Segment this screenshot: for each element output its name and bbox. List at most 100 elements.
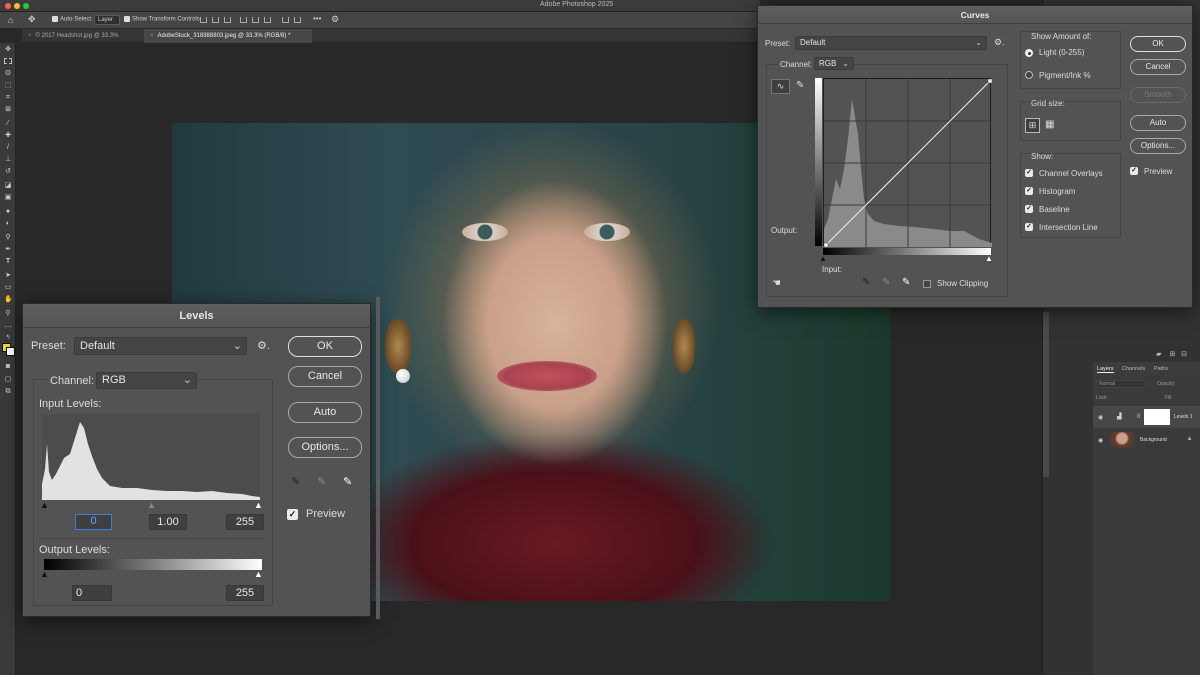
- preset-options-gear-icon[interactable]: ⚙.: [257, 339, 270, 352]
- layer-row-background[interactable]: ◉ Background 🔒︎: [1093, 429, 1200, 451]
- white-eyedropper-icon[interactable]: ✎: [902, 277, 910, 288]
- black-input-slider[interactable]: ▲: [40, 500, 49, 510]
- swap-colors-icon[interactable]: ↰: [4, 335, 12, 342]
- panel-scrollbar[interactable]: [1043, 312, 1049, 477]
- black-output-slider[interactable]: ▲: [40, 569, 49, 579]
- baseline-checkbox[interactable]: ✓: [1025, 205, 1033, 213]
- show-clipping-checkbox[interactable]: [923, 280, 931, 288]
- more-options-icon[interactable]: •••: [313, 14, 321, 23]
- layer-row-levels[interactable]: ◉ ▟ 8 Levels 1: [1093, 406, 1200, 428]
- path-select-tool-icon[interactable]: ➤: [4, 272, 12, 279]
- quick-mask-icon[interactable]: ◙: [4, 363, 12, 370]
- tab-layers[interactable]: Layers: [1097, 366, 1114, 373]
- input-gamma-field[interactable]: 1.00: [149, 514, 187, 530]
- output-white-field[interactable]: 255: [226, 585, 264, 601]
- type-tool-icon[interactable]: T: [4, 258, 12, 265]
- options-button[interactable]: Options...: [288, 437, 362, 458]
- auto-select-checkbox[interactable]: Auto-Select:: [52, 16, 93, 23]
- more-tools-icon[interactable]: ⋯: [4, 324, 12, 331]
- clone-stamp-tool-icon[interactable]: ⊥: [4, 156, 12, 163]
- auto-button[interactable]: Auto: [288, 402, 362, 423]
- zoom-window-button[interactable]: [23, 3, 29, 9]
- preview-checkbox[interactable]: ✓: [287, 509, 298, 520]
- white-output-slider[interactable]: ▲: [254, 569, 263, 579]
- transform-controls-checkbox[interactable]: Show Transform Controls: [124, 16, 200, 23]
- align-right-icon[interactable]: [224, 17, 231, 23]
- dodge-tool-icon[interactable]: ⚲: [4, 234, 12, 241]
- white-point-slider[interactable]: ▲: [985, 254, 993, 263]
- frame-tool-icon[interactable]: ⊠: [4, 106, 12, 113]
- gamma-input-slider[interactable]: ▲: [147, 500, 156, 510]
- channel-dropdown[interactable]: RGB ⌄: [814, 57, 854, 70]
- distribute-icon[interactable]: [282, 17, 289, 23]
- tab-channels[interactable]: Channels: [1122, 366, 1145, 372]
- healing-brush-tool-icon[interactable]: ✚: [4, 132, 12, 139]
- home-icon[interactable]: ⌂: [8, 15, 13, 25]
- channel-overlays-checkbox[interactable]: ✓: [1025, 169, 1033, 177]
- ok-button[interactable]: OK: [1130, 36, 1186, 52]
- ok-button[interactable]: OK: [288, 336, 362, 357]
- screen-mode-icon[interactable]: ▢: [4, 376, 12, 383]
- layer-mask-thumbnail[interactable]: [1144, 409, 1170, 425]
- close-window-button[interactable]: [5, 3, 11, 9]
- align-top-icon[interactable]: [240, 17, 247, 23]
- black-point-slider[interactable]: ▲: [819, 254, 827, 263]
- zoom-tool-icon[interactable]: ⚲: [4, 310, 12, 317]
- input-white-field[interactable]: 255: [226, 514, 264, 530]
- intersection-line-checkbox[interactable]: ✓: [1025, 223, 1033, 231]
- preview-checkbox[interactable]: ✓: [1130, 167, 1138, 175]
- cancel-button[interactable]: Cancel: [1130, 59, 1186, 75]
- channel-dropdown[interactable]: RGB ⌄: [96, 372, 197, 389]
- folder-icon[interactable]: ▰: [1156, 351, 1161, 358]
- preset-dropdown[interactable]: Default ⌄: [74, 337, 247, 355]
- dodge-tool-icon[interactable]: ◐: [4, 220, 12, 227]
- auto-select-dropdown[interactable]: Layer: [94, 15, 120, 25]
- rectangle-tool-icon[interactable]: ▭: [4, 284, 12, 291]
- crop-tool-icon[interactable]: ⌗: [4, 94, 12, 101]
- object-select-tool-icon[interactable]: ⬚: [4, 82, 12, 89]
- gradient-tool-icon[interactable]: ▣: [4, 194, 12, 201]
- gear-icon[interactable]: ⚙: [331, 14, 339, 25]
- light-radio[interactable]: [1025, 49, 1033, 57]
- input-black-field[interactable]: 0: [75, 514, 112, 530]
- history-brush-tool-icon[interactable]: ↺: [4, 168, 12, 175]
- curves-graph[interactable]: [823, 78, 993, 248]
- black-eyedropper-icon[interactable]: ✎: [291, 475, 300, 488]
- preset-dropdown[interactable]: Default ⌄: [795, 36, 987, 50]
- preset-options-gear-icon[interactable]: ⚙.: [994, 37, 1005, 48]
- align-center-icon[interactable]: [212, 17, 219, 23]
- detailed-grid-icon[interactable]: ▦: [1045, 119, 1054, 130]
- visibility-eye-icon[interactable]: ◉: [1098, 414, 1103, 421]
- black-eyedropper-icon[interactable]: ✎: [862, 277, 870, 288]
- document-tab-adobestock[interactable]: × AdobeStock_318988803.jpeg @ 33.3% (RGB/…: [144, 29, 312, 43]
- hand-tool-icon[interactable]: ✋: [4, 296, 13, 303]
- cancel-button[interactable]: Cancel: [288, 366, 362, 387]
- curve-point-tool-icon[interactable]: ∿: [771, 79, 790, 94]
- on-image-adjust-icon[interactable]: ☚: [772, 278, 781, 289]
- brush-tool-icon[interactable]: /: [4, 144, 12, 151]
- move-tool-icon[interactable]: ✥: [28, 14, 36, 25]
- document-tab-headshot[interactable]: ×© 2017 Headshot.jpg @ 33.3% (RGB/8): [22, 29, 144, 53]
- pen-tool-icon[interactable]: ✒: [4, 246, 12, 253]
- gray-eyedropper-icon[interactable]: ✎: [882, 277, 890, 288]
- pigment-radio[interactable]: [1025, 71, 1033, 79]
- gray-eyedropper-icon[interactable]: ✎: [317, 475, 326, 488]
- tab-paths[interactable]: Paths: [1154, 366, 1168, 372]
- white-eyedropper-icon[interactable]: ✎: [343, 475, 352, 488]
- trash-icon[interactable]: ⊟: [1181, 351, 1187, 358]
- artboard-icon[interactable]: ⧉: [4, 388, 12, 395]
- marquee-tool-icon[interactable]: [4, 58, 12, 64]
- eraser-tool-icon[interactable]: ◪: [4, 182, 12, 189]
- align-bottom-icon[interactable]: [264, 17, 271, 23]
- options-button[interactable]: Options...: [1130, 138, 1186, 154]
- eyedropper-tool-icon[interactable]: ⁄: [4, 120, 12, 127]
- new-layer-icon[interactable]: ⊞: [1169, 351, 1175, 358]
- align-middle-icon[interactable]: [252, 17, 259, 23]
- close-tab-icon[interactable]: ×: [150, 33, 154, 39]
- minimize-window-button[interactable]: [14, 3, 20, 9]
- distribute-vertical-icon[interactable]: [294, 17, 301, 23]
- align-left-icon[interactable]: [200, 17, 207, 23]
- layer-thumbnail[interactable]: [1109, 432, 1135, 448]
- move-tool-icon[interactable]: ✥: [4, 46, 12, 53]
- simple-grid-icon[interactable]: ⊞: [1025, 118, 1040, 133]
